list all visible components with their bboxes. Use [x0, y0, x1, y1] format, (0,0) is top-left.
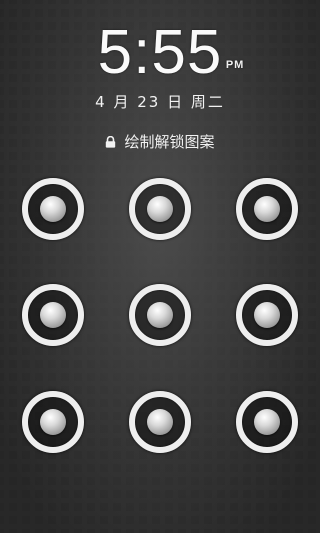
pattern-node-dot [254, 196, 280, 222]
pattern-node-2[interactable] [129, 178, 191, 240]
pattern-node-dot [254, 302, 280, 328]
lock-screen: { "clock": { "time": "5:55", "ampm": "PM… [0, 0, 320, 533]
pattern-node-6[interactable] [236, 284, 298, 346]
pattern-node-7[interactable] [22, 391, 84, 453]
pattern-node-dot [40, 302, 66, 328]
pattern-node-5[interactable] [129, 284, 191, 346]
clock-ampm: PM [225, 59, 245, 71]
pattern-node-1[interactable] [22, 178, 84, 240]
lock-icon [106, 136, 116, 148]
pattern-node-dot [254, 409, 280, 435]
pattern-node-4[interactable] [22, 284, 84, 346]
clock: 5:55 PM [0, 18, 320, 88]
pattern-node-3[interactable] [236, 178, 298, 240]
pattern-node-dot [147, 302, 173, 328]
pattern-node-8[interactable] [129, 391, 191, 453]
pattern-node-9[interactable] [236, 391, 298, 453]
unlock-hint: 绘制解锁图案 [0, 131, 320, 152]
pattern-node-dot [147, 196, 173, 222]
clock-date: 4 月 23 日 周二 [95, 93, 225, 111]
pattern-node-dot [147, 409, 173, 435]
pattern-node-dot [40, 409, 66, 435]
pattern-node-dot [40, 196, 66, 222]
clock-time: 5:55 PM [98, 18, 244, 88]
unlock-hint-text: 绘制解锁图案 [124, 133, 215, 151]
